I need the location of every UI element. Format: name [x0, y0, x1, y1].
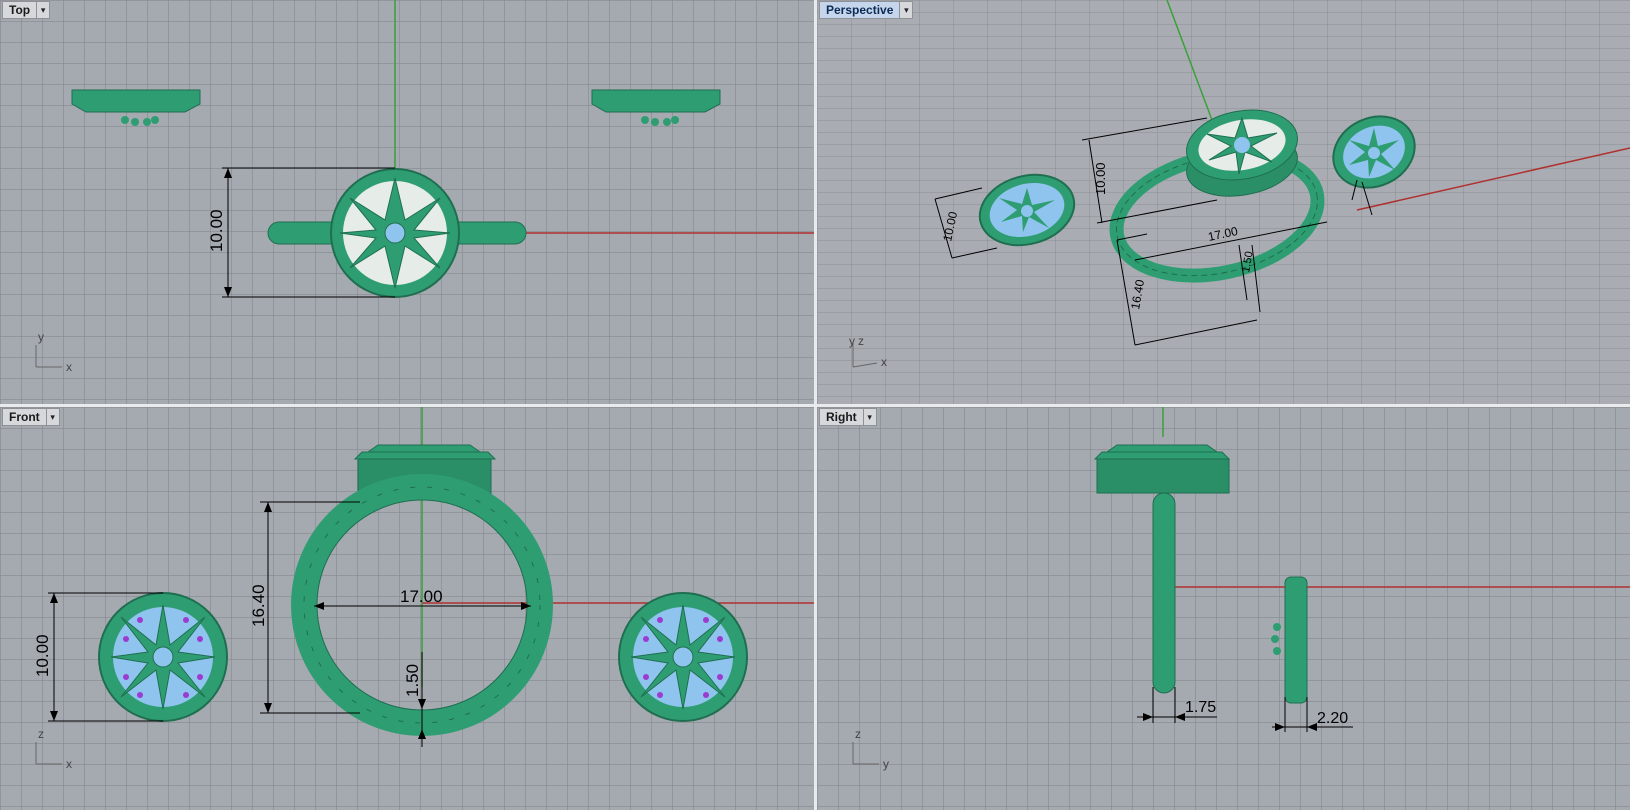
viewport-front-tab[interactable]: Front ▾ [2, 408, 60, 426]
axis-widget-right: z y [852, 727, 889, 771]
head-front-view-right[interactable] [618, 592, 748, 722]
head-side-view-left[interactable] [71, 89, 201, 126]
viewport-top[interactable]: Top ▾ 10.00 y x [0, 0, 814, 404]
dimension-perspective-e[interactable]: 16.40 [1116, 233, 1258, 346]
ring-head-right[interactable] [1093, 444, 1231, 494]
viewport-front[interactable]: Front ▾ 10.00 16.40 17.00 1.50 z x [0, 407, 814, 810]
viewport-perspective-tab[interactable]: Perspective ▾ [819, 1, 914, 19]
axis-widget-top: y x [35, 330, 72, 374]
head-front-view-left[interactable] [98, 592, 228, 722]
dimension-front-head-label: 10.00 [33, 634, 52, 677]
viewport-right-dropdown-icon[interactable]: ▾ [863, 408, 877, 426]
svg-text:x: x [66, 757, 72, 771]
dimension-perspective-b-label: 10.00 [1093, 162, 1108, 195]
ring-head-top[interactable] [330, 168, 460, 298]
viewport-top-dropdown-icon[interactable]: ▾ [37, 1, 51, 19]
viewport-right-tab[interactable]: Right ▾ [819, 408, 877, 426]
ring-band-right[interactable] [1152, 492, 1176, 694]
svg-text:x: x [881, 355, 887, 369]
viewport-top-canvas[interactable]: 10.00 y x [0, 0, 814, 404]
viewport-front-dropdown-icon[interactable]: ▾ [46, 408, 60, 426]
viewport-perspective[interactable]: Perspective ▾ 10.00 10.00 17.00 1.50 16.… [817, 0, 1630, 404]
svg-text:z: z [38, 727, 44, 741]
dimension-top-height-label: 10.00 [207, 209, 226, 252]
dimension-perspective-d[interactable]: 1.50 [1238, 244, 1261, 313]
svg-text:z: z [855, 727, 861, 741]
dimension-right-band[interactable]: 1.75 [1137, 687, 1217, 723]
svg-text:y: y [849, 334, 855, 348]
viewport-perspective-canvas[interactable]: 10.00 10.00 17.00 1.50 16.40 y z x [817, 0, 1630, 404]
viewport-right-canvas[interactable]: 1.75 2.20 z y [817, 407, 1630, 810]
viewport-front-title[interactable]: Front [2, 408, 47, 426]
dimension-front-band-label: 1.50 [403, 664, 422, 697]
head-side-view-right[interactable] [1271, 576, 1308, 704]
viewport-right[interactable]: Right ▾ 1.75 2.20 z y [817, 407, 1630, 810]
ring-head-perspective[interactable] [1181, 102, 1303, 204]
dimension-right-head[interactable]: 2.20 [1272, 697, 1353, 732]
dimension-perspective-e-label: 16.40 [1128, 278, 1147, 310]
viewport-top-tab[interactable]: Top ▾ [2, 1, 51, 19]
svg-text:y: y [883, 757, 889, 771]
svg-text:x: x [66, 360, 72, 374]
dimension-perspective-c-label: 17.00 [1207, 224, 1240, 244]
dimension-right-band-label: 1.75 [1185, 699, 1216, 716]
dimension-front-height-label: 16.40 [249, 584, 268, 627]
viewport-top-title[interactable]: Top [2, 1, 38, 19]
viewport-front-canvas[interactable]: 10.00 16.40 17.00 1.50 z x [0, 407, 814, 810]
dimension-front-width-label: 17.00 [400, 587, 443, 606]
dimension-right-head-label: 2.20 [1317, 710, 1348, 727]
svg-text:z: z [858, 334, 864, 348]
dimension-perspective-a-label: 10.00 [940, 210, 960, 243]
viewport-perspective-dropdown-icon[interactable]: ▾ [900, 1, 914, 19]
viewport-right-title[interactable]: Right [819, 408, 864, 426]
viewport-perspective-title[interactable]: Perspective [819, 1, 901, 19]
head-side-view-right[interactable] [591, 89, 721, 126]
axis-widget-front: z x [35, 727, 72, 771]
y-axis-line [1166, 0, 1213, 121]
axis-widget-perspective: y z x [849, 334, 887, 369]
head-front-view-left[interactable] [972, 165, 1082, 256]
svg-text:y: y [38, 330, 44, 344]
